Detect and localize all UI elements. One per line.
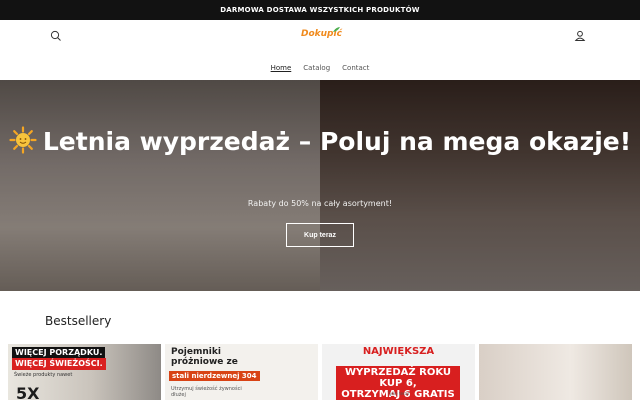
leaf-icon [333,27,340,32]
bestsellers-title: Bestsellery [45,314,112,328]
card-text: Tylko teraz [387,391,410,396]
product-card[interactable]: Pojemniki próżniowe ze stali nierdzewnej… [165,344,318,400]
nav-home[interactable]: Home [271,64,292,72]
sun-icon [9,126,37,154]
card-banner-line: KUP 6, [379,378,417,389]
hero-title: Letnia wyprzedaż – Poluj na mega okazje! [0,126,640,158]
hero-subtitle: Rabaty do 50% na cały asortyment! [247,199,393,208]
announcement-bar: DARMOWA DOSTAWA WSZYSTKICH PRODUKTÓW [0,0,640,20]
nav-contact[interactable]: Contact [342,64,369,72]
product-card[interactable] [479,344,632,400]
site-header: Dokupić Home Catalog Contact [0,20,640,80]
hero-banner: Letnia wyprzedaż – Poluj na mega okazje!… [0,80,640,291]
card-tag: WIĘCEJ ŚWIEŻOŚCI. [12,358,106,370]
card-title: NAJWIĘKSZA [362,346,435,357]
card-highlight: stali nierdzewnej 304 [169,371,260,381]
card-big-text: 5X [16,384,40,400]
card-text: Świeże produkty nawet [14,372,73,378]
bestsellers-grid: WIĘCEJ PORZĄDKU. WIĘCEJ ŚWIEŻOŚCI. Śwież… [8,344,632,400]
announcement-text: DARMOWA DOSTAWA WSZYSTKICH PRODUKTÓW [220,6,420,14]
account-icon[interactable] [573,29,587,43]
card-title: Pojemniki próżniowe ze [171,347,238,367]
card-text: Utrzymuj świeżość żywności dłużej [171,386,242,398]
search-icon[interactable] [49,29,63,43]
nav-catalog[interactable]: Catalog [303,64,330,72]
shop-now-button[interactable]: Kup teraz [286,223,354,247]
main-nav: Home Catalog Contact [0,64,640,72]
card-banner-line: WYPRZEDAŻ ROKU [344,367,452,378]
product-card[interactable]: WIĘCEJ PORZĄDKU. WIĘCEJ ŚWIEŻOŚCI. Śwież… [8,344,161,400]
hero-title-text: Letnia wyprzedaż – Poluj na mega okazje! [42,127,632,156]
hero-overlay [0,80,640,291]
product-card[interactable]: NAJWIĘKSZA WYPRZEDAŻ ROKU KUP 6, OTRZYMA… [322,344,475,400]
